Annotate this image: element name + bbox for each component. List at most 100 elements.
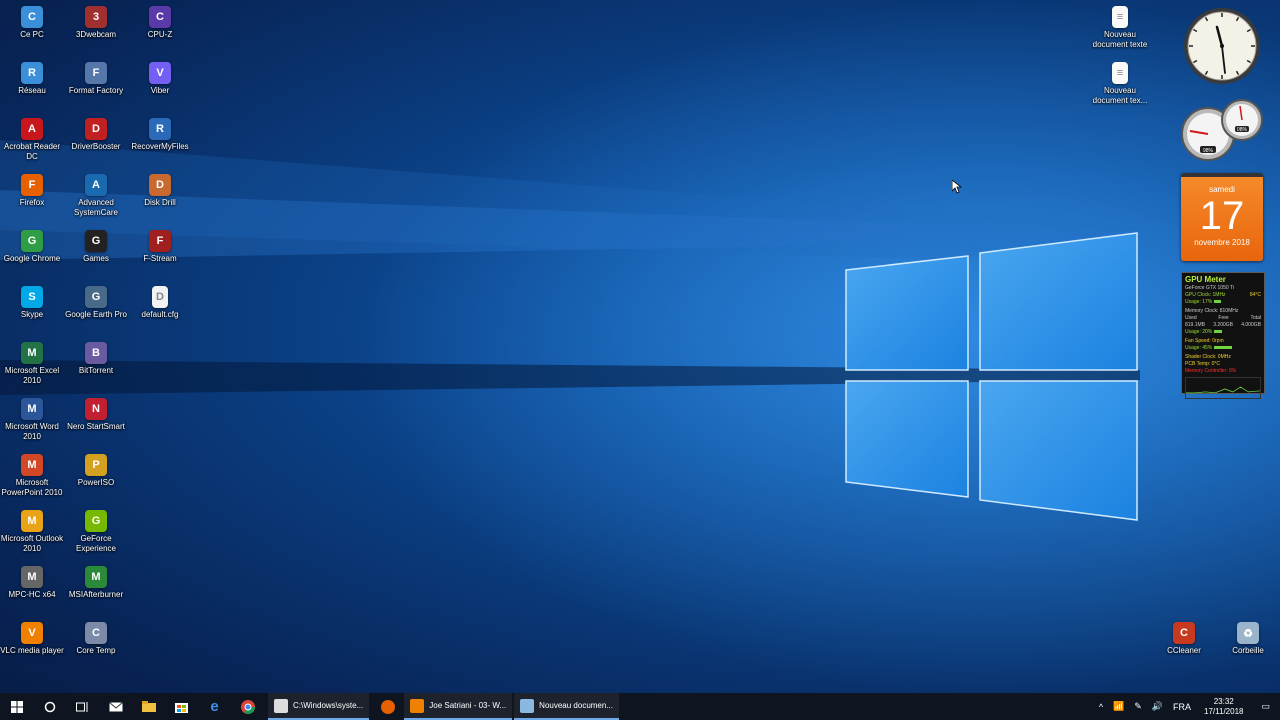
tray-clock[interactable]: 23:32 17/11/2018 [1196, 697, 1251, 717]
desktop-icon-nouveau-document-1[interactable]: ≡ Nouveau document texte [1088, 6, 1152, 50]
tray-volume-icon[interactable]: 🔊 [1147, 701, 1168, 712]
computer-icon: C [21, 6, 43, 28]
desktop-icon[interactable]: G Google Chrome [0, 230, 64, 264]
desktop-icon-label: Corbeille [1232, 646, 1264, 655]
clock-gadget[interactable] [1182, 6, 1262, 86]
task-view-button[interactable] [66, 693, 99, 720]
desktop-icon[interactable]: M MPC-HC x64 [0, 566, 64, 600]
taskbar-task-button[interactable]: Joe Satriani - 03- W... [404, 693, 513, 720]
mpc-icon: M [21, 566, 43, 588]
nero-icon: N [85, 398, 107, 420]
chrome-icon: G [21, 230, 43, 252]
firefox-icon: F [21, 174, 43, 196]
desktop-icon-ccleaner[interactable]: C CCleaner [1152, 622, 1216, 656]
desktop-icon[interactable]: D DriverBooster [64, 118, 128, 152]
tray-language[interactable]: FRA [1168, 702, 1196, 712]
desktop-icon[interactable]: M Microsoft Word 2010 [0, 398, 64, 442]
desktop-icon[interactable]: C CPU-Z [128, 6, 192, 40]
diskdrill-icon: D [149, 174, 171, 196]
mouse-cursor-icon [952, 180, 962, 194]
desktop-icon[interactable]: C Ce PC [0, 6, 64, 40]
taskbar-store-button[interactable] [165, 693, 198, 720]
webcam-icon: 3 [85, 6, 107, 28]
taskbar-task-label: Nouveau documen... [539, 701, 613, 710]
taskbar-edge-button[interactable]: e [198, 693, 231, 720]
tray-time: 23:32 [1213, 696, 1234, 706]
gpu-meter-title: GPU Meter [1185, 275, 1226, 284]
cpuz-icon: C [149, 6, 171, 28]
network-icon: R [21, 62, 43, 84]
desktop-icon[interactable]: M Microsoft Excel 2010 [0, 342, 64, 386]
desktop-icon[interactable]: 3 3Dwebcam [64, 6, 128, 40]
desktop-icon-label: Nero StartSmart [67, 422, 125, 431]
desktop-icon[interactable]: F Firefox [0, 174, 64, 208]
desktop-icon[interactable]: M MSIAfterburner [64, 566, 128, 600]
file-icon: D [152, 286, 168, 308]
desktop-icon[interactable]: A Advanced SystemCare [64, 174, 128, 218]
taskbar-task-label: Joe Satriani - 03- W... [429, 701, 507, 710]
fan-usage: Usage: 45% [1185, 345, 1213, 351]
gpu-usage: Usage: 17% [1185, 299, 1213, 305]
desktop-icon[interactable]: F F-Stream [128, 230, 192, 264]
cpu-meter-gadget[interactable]: 98% 08% [1180, 98, 1264, 162]
desktop-icon[interactable]: V VLC media player [0, 622, 64, 656]
desktop-icon[interactable]: N Nero StartSmart [64, 398, 128, 432]
windows-logo-icon [10, 700, 23, 713]
cortana-search-button[interactable] [33, 693, 66, 720]
ram-meter-value: 08% [1237, 127, 1248, 133]
memory-clock: Memory Clock: 810MHz [1185, 308, 1239, 314]
desktop-icon[interactable]: C Core Temp [64, 622, 128, 656]
mem-total: 4.000GB [1241, 322, 1261, 328]
mem-free: 3.200GB [1213, 322, 1233, 328]
systemcare-icon: A [85, 174, 107, 196]
gpu-meter-gadget[interactable]: GPU Meter GeForce GTX 1050 Ti GPU Clock:… [1181, 272, 1265, 399]
desktop-icon-nouveau-document-2[interactable]: ≡ Nouveau document tex... [1088, 62, 1152, 106]
taskbar-task-button[interactable]: Nouveau documen... [514, 693, 619, 720]
desktop-icon[interactable]: S Skype [0, 286, 64, 320]
edge-icon: e [210, 698, 219, 715]
desktop-icon[interactable]: G GeForce Experience [64, 510, 128, 554]
system-tray: ^ 📶 ✎ 🔊 FRA 23:32 17/11/2018 ▭ [1094, 693, 1280, 720]
vlc-icon: V [21, 622, 43, 644]
gpu-clock: GPU Clock: 1MHz [1185, 292, 1226, 298]
desktop-icon-label: Nouveau document tex... [1092, 86, 1148, 105]
desktop-icon[interactable]: R Réseau [0, 62, 64, 96]
desktop-icon[interactable]: A Acrobat Reader DC [0, 118, 64, 162]
desktop-icon[interactable]: Ddefault.cfg [128, 286, 192, 320]
ccleaner-icon: C [1173, 622, 1195, 644]
tray-pen-icon[interactable]: ✎ [1129, 701, 1147, 712]
taskbar-firefox-button[interactable] [371, 693, 404, 720]
desktop-icon[interactable]: M Microsoft Outlook 2010 [0, 510, 64, 554]
taskbar-mail-button[interactable] [99, 693, 132, 720]
desktop-icon[interactable]: G Google Earth Pro [64, 286, 128, 320]
desktop-icon[interactable]: B BitTorrent [64, 342, 128, 376]
calendar-gadget[interactable]: samedi 17 novembre 2018 [1181, 173, 1263, 261]
action-center-icon[interactable]: ▭ [1251, 701, 1280, 712]
desktop-icon-label: 3Dwebcam [75, 30, 116, 39]
mem-header-free: Free [1218, 315, 1229, 321]
earth-icon: G [85, 286, 107, 308]
start-button[interactable] [0, 693, 33, 720]
tray-overflow-chevron-icon[interactable]: ^ [1094, 702, 1108, 712]
fstream-icon: F [149, 230, 171, 252]
desktop-icon[interactable]: P PowerISO [64, 454, 128, 488]
desktop-icon[interactable]: V Viber [128, 62, 192, 96]
desktop-icon[interactable]: G Games [64, 230, 128, 264]
desktop-icon-label: BitTorrent [78, 366, 114, 375]
taskbar-explorer-button[interactable] [132, 693, 165, 720]
taskbar: e C:\Windows\syste... Joe Satriani - 03- … [0, 693, 1280, 720]
desktop-icon[interactable]: R RecoverMyFiles [128, 118, 192, 152]
taskbar-chrome-button[interactable] [231, 693, 264, 720]
driverbooster-icon: D [85, 118, 107, 140]
desktop-icon[interactable]: F Format Factory [64, 62, 128, 96]
logo-pane-tl [845, 255, 969, 371]
vlc-icon [410, 698, 425, 713]
desktop-icon-corbeille[interactable]: ♻ Corbeille [1216, 622, 1280, 656]
cpu-meter-value: 98% [1203, 148, 1214, 154]
text-file-icon: ≡ [1112, 6, 1128, 28]
desktop-icon-label: Advanced SystemCare [73, 198, 118, 217]
taskbar-task-button[interactable]: C:\Windows\syste... [268, 693, 370, 720]
desktop-icon[interactable]: D Disk Drill [128, 174, 192, 208]
tray-network-icon[interactable]: 📶 [1108, 701, 1129, 712]
desktop-icon[interactable]: M Microsoft PowerPoint 2010 [0, 454, 64, 498]
